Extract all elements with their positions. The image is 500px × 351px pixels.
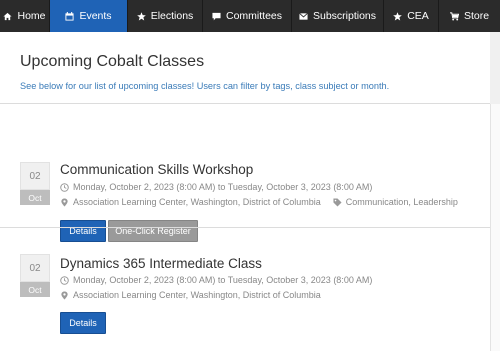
event-tags-text: Communication, Leadership (345, 197, 458, 207)
nav-item-home[interactable]: Home (0, 0, 50, 32)
event-datetime-text: Monday, October 2, 2023 (8:00 AM) to Tue… (73, 182, 373, 192)
nav-item-label: Elections (150, 10, 194, 22)
star-icon (393, 11, 403, 21)
nav-item-cea[interactable]: CEA (384, 0, 439, 32)
cart-icon (449, 11, 459, 21)
event-item: 02 Oct Dynamics 365 Intermediate Class M… (0, 227, 490, 351)
nav-item-subscriptions[interactable]: Subscriptions (292, 0, 384, 32)
nav-item-label: CEA (407, 10, 429, 22)
event-datetime-text: Monday, October 2, 2023 (8:00 AM) to Tue… (73, 275, 373, 285)
date-month: Oct (20, 190, 50, 205)
nav-item-elections[interactable]: Elections (128, 0, 203, 32)
nav-item-label: Subscriptions (312, 10, 377, 22)
date-badge: 02 Oct (20, 254, 50, 297)
event-tags: Communication, Leadership (333, 197, 458, 207)
calendar-icon (65, 11, 74, 21)
tag-icon (333, 197, 342, 207)
event-location-text: Association Learning Center, Washington,… (73, 290, 321, 300)
event-title[interactable]: Dynamics 365 Intermediate Class (60, 256, 262, 271)
nav-item-label: Events (79, 10, 112, 22)
clock-icon (60, 182, 69, 192)
nav-item-label: Home (17, 10, 46, 22)
map-marker-icon (60, 290, 69, 300)
page-description: See below for our list of upcoming class… (20, 81, 390, 91)
event-item: 02 Oct Communication Skills Workshop Mon… (0, 103, 490, 242)
nav-item-label: Committees (225, 10, 282, 22)
star-icon (136, 11, 146, 21)
envelope-icon (299, 12, 308, 21)
nav-item-store[interactable]: Store (439, 0, 500, 32)
date-badge: 02 Oct (20, 162, 50, 205)
main-content: Upcoming Cobalt Classes See below for ou… (0, 32, 490, 351)
event-datetime: Monday, October 2, 2023 (8:00 AM) to Tue… (60, 275, 372, 285)
details-button[interactable]: Details (60, 312, 106, 334)
page-title: Upcoming Cobalt Classes (20, 53, 205, 70)
home-icon (3, 12, 13, 21)
nav-item-committees[interactable]: Committees (203, 0, 292, 32)
nav-item-events[interactable]: Events (50, 0, 128, 32)
map-marker-icon (60, 197, 69, 207)
event-location: Association Learning Center, Washington,… (60, 290, 321, 300)
date-day: 02 (20, 254, 50, 282)
date-day: 02 (20, 162, 50, 190)
top-nav: Home Events Elections Committees Subscri… (0, 0, 500, 32)
scrollbar[interactable] (490, 104, 500, 351)
event-datetime: Monday, October 2, 2023 (8:00 AM) to Tue… (60, 182, 372, 192)
event-title[interactable]: Communication Skills Workshop (60, 162, 253, 177)
event-location-text: Association Learning Center, Washington,… (73, 197, 321, 207)
nav-item-label: Store (463, 10, 490, 22)
date-month: Oct (20, 282, 50, 297)
chat-icon (212, 12, 221, 21)
event-location: Association Learning Center, Washington,… (60, 197, 458, 207)
clock-icon (60, 275, 69, 285)
